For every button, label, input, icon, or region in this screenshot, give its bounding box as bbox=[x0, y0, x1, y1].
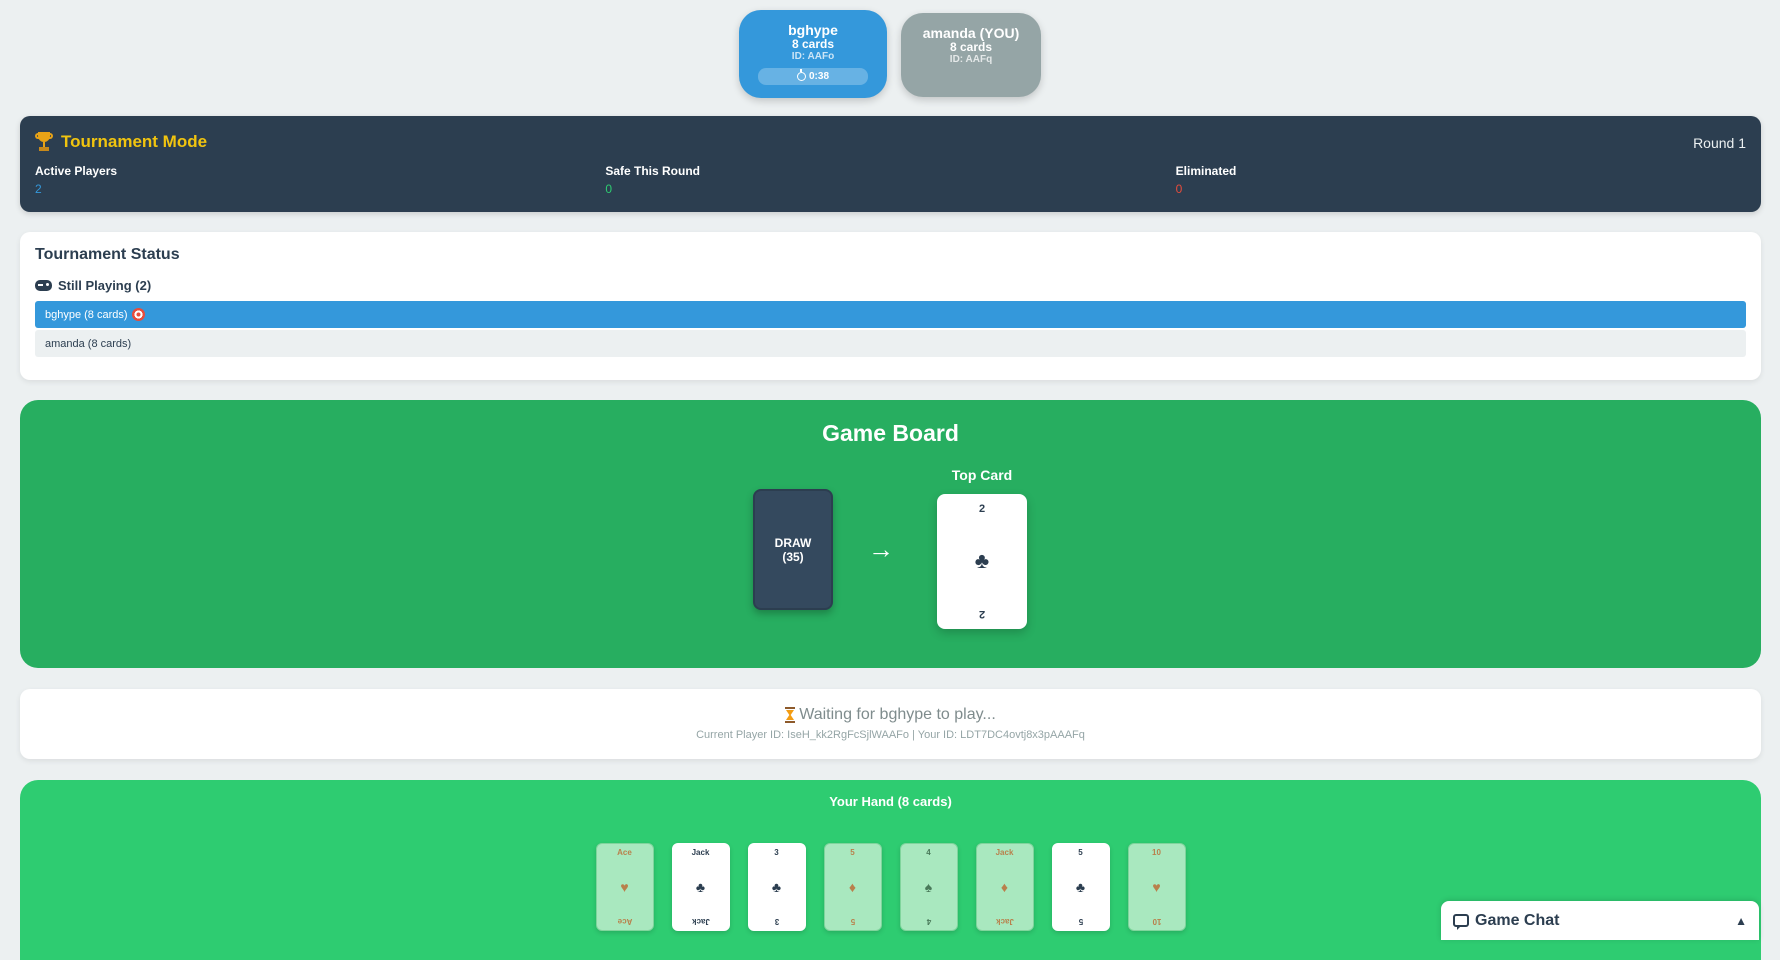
card-rank: 5 bbox=[850, 848, 855, 857]
hand-card[interactable]: Jack ♣ Jack bbox=[671, 843, 730, 931]
still-playing-heading: Still Playing (2) bbox=[35, 278, 1746, 293]
status-row-player: amanda (8 cards) bbox=[35, 330, 1746, 357]
waiting-message: Waiting for bghype to play... bbox=[20, 706, 1761, 724]
stopwatch-icon bbox=[796, 69, 806, 81]
stat-label: Active Players bbox=[35, 164, 118, 178]
target-icon bbox=[131, 308, 145, 321]
round-label: Round 1 bbox=[1693, 135, 1746, 151]
player-card-count: 8 cards bbox=[949, 40, 993, 54]
card-rank: Ace bbox=[617, 848, 632, 857]
card-suit-icon: ♦ bbox=[1000, 879, 1009, 895]
game-board: Game Board DRAW (35) → Top Card 2 ♣ 2 bbox=[20, 400, 1761, 668]
trophy-icon bbox=[35, 132, 53, 152]
card-suit-icon: ♦ bbox=[848, 879, 857, 895]
top-card-label: Top Card bbox=[951, 467, 1013, 483]
draw-pile[interactable]: DRAW (35) bbox=[753, 489, 833, 610]
player-name: bghype bbox=[788, 22, 838, 38]
card-rank: Jack bbox=[691, 848, 710, 857]
stat-label: Safe This Round bbox=[605, 164, 700, 178]
top-card: 2 ♣ 2 bbox=[937, 494, 1027, 629]
card-rank-inverted: 5 bbox=[1078, 917, 1083, 926]
player-pill-you: amanda (YOU) 8 cards ID: AAFq bbox=[901, 13, 1041, 97]
card-rank: 10 bbox=[1152, 848, 1161, 857]
stat-label: Eliminated bbox=[1175, 164, 1237, 178]
hand-title: Your Hand (8 cards) bbox=[829, 794, 952, 809]
hand-card[interactable]: 5 ♦ 5 bbox=[823, 843, 882, 931]
tournament-stats: Active Players 2 Safe This Round 0 Elimi… bbox=[35, 164, 1746, 196]
hourglass-icon bbox=[785, 707, 796, 723]
status-title: Tournament Status bbox=[35, 246, 180, 263]
status-row-current-player: bghype (8 cards) bbox=[35, 301, 1746, 328]
tournament-status-panel: Tournament Status Still Playing (2) bghy… bbox=[20, 232, 1761, 380]
card-rank-inverted: 3 bbox=[774, 917, 779, 926]
tournament-header: Tournament Mode Round 1 Active Players 2… bbox=[20, 116, 1761, 212]
board-title: Game Board bbox=[822, 420, 959, 446]
chat-header: Game Chat bbox=[1453, 912, 1559, 930]
hand-card[interactable]: 10 ♥ 10 bbox=[1127, 843, 1186, 931]
card-rank-inverted: 5 bbox=[850, 917, 855, 926]
stat-value: 0 bbox=[1175, 182, 1183, 196]
still-playing-label: Still Playing (2) bbox=[58, 278, 152, 293]
card-suit-icon: ♥ bbox=[1152, 879, 1161, 895]
turn-timer: 0:38 bbox=[758, 68, 868, 85]
card-rank-inverted: 2 bbox=[978, 608, 986, 620]
hand-card[interactable]: 4 ♠ 4 bbox=[899, 843, 958, 931]
status-row-label: amanda (8 cards) bbox=[45, 337, 132, 350]
card-rank-inverted: Jack bbox=[691, 917, 710, 926]
stat-eliminated: Eliminated 0 bbox=[1176, 164, 1746, 196]
status-row-label: bghype (8 cards) bbox=[45, 308, 128, 321]
draw-label: DRAW bbox=[774, 535, 812, 550]
stat-value: 0 bbox=[605, 182, 613, 196]
hand-card[interactable]: Ace ♥ Ace bbox=[595, 843, 654, 931]
tournament-title: Tournament Mode bbox=[35, 132, 1746, 152]
stat-safe-this-round: Safe This Round 0 bbox=[605, 164, 1175, 196]
hand-card[interactable]: 3 ♣ 3 bbox=[747, 843, 806, 931]
card-suit-icon: ♠ bbox=[924, 879, 933, 895]
card-rank-inverted: 4 bbox=[926, 917, 931, 926]
turn-status-panel: Waiting for bghype to play... Current Pl… bbox=[20, 689, 1761, 759]
club-suit-icon: ♣ bbox=[974, 548, 990, 573]
hand-card[interactable]: 5 ♣ 5 bbox=[1051, 843, 1110, 931]
player-name: amanda (YOU) bbox=[922, 25, 1020, 41]
card-rank: 3 bbox=[774, 848, 779, 857]
player-card-count: 8 cards bbox=[791, 37, 835, 51]
player-ids-debug: Current Player ID: IseH_kk2RgFcSjlWAAFo … bbox=[696, 729, 1085, 741]
waiting-text: Waiting for bghype to play... bbox=[799, 706, 996, 723]
player-id: ID: AAFq bbox=[949, 54, 993, 65]
gamepad-icon bbox=[35, 280, 52, 291]
player-list: bghype 8 cards ID: AAFo 0:38 amanda (YOU… bbox=[0, 10, 1780, 98]
card-rank: Jack bbox=[995, 848, 1014, 857]
card-rank-inverted: 10 bbox=[1152, 917, 1161, 926]
draw-count: (35) bbox=[782, 549, 804, 564]
stat-value: 2 bbox=[35, 182, 42, 196]
stat-active-players: Active Players 2 bbox=[35, 164, 605, 196]
card-suit-icon: ♣ bbox=[771, 879, 782, 895]
game-chat-toggle[interactable]: Game Chat ▲ bbox=[1441, 901, 1759, 940]
card-rank-inverted: Jack bbox=[995, 917, 1014, 926]
card-rank: 2 bbox=[978, 503, 986, 515]
card-rank: 5 bbox=[1078, 848, 1083, 857]
chat-title: Game Chat bbox=[1475, 911, 1560, 929]
card-rank-inverted: Ace bbox=[617, 917, 632, 926]
hand-card[interactable]: Jack ♦ Jack bbox=[975, 843, 1034, 931]
card-rank: 4 bbox=[926, 848, 931, 857]
chat-bubble-icon bbox=[1453, 914, 1469, 930]
turn-timer-value: 0:38 bbox=[808, 71, 829, 82]
chevron-up-icon[interactable]: ▲ bbox=[1735, 914, 1747, 928]
player-id: ID: AAFo bbox=[791, 51, 835, 62]
player-pill-current: bghype 8 cards ID: AAFo 0:38 bbox=[739, 10, 887, 98]
card-suit-icon: ♥ bbox=[620, 879, 629, 895]
card-suit-icon: ♣ bbox=[695, 879, 706, 895]
arrow-right-icon: → bbox=[868, 534, 894, 564]
tournament-title-text: Tournament Mode bbox=[61, 132, 208, 151]
card-suit-icon: ♣ bbox=[1075, 879, 1086, 895]
